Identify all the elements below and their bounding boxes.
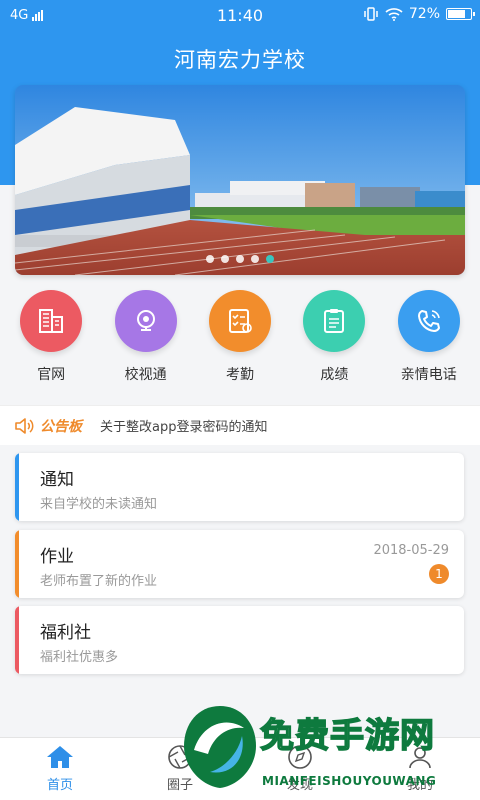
status-bar: 4G 11:40 72% — [0, 0, 480, 30]
quick-action-label: 考勤 — [225, 367, 254, 383]
battery-icon — [446, 8, 475, 20]
unread-badge: 1 — [429, 564, 449, 584]
card-homework[interactable]: 作业 老师布置了新的作业 2018-05-29 1 — [15, 530, 464, 598]
speaker-icon — [15, 417, 34, 434]
quick-action-label: 亲情电话 — [400, 367, 457, 383]
card-notifications[interactable]: 通知 来自学校的未读通知 — [15, 453, 464, 521]
watermark-subtext: MIANFEISHOUYOUWANG — [262, 774, 437, 788]
quick-action-label: 官网 — [37, 367, 66, 383]
carousel-dot-active[interactable] — [266, 255, 274, 263]
building-icon — [20, 290, 83, 352]
card-date: 2018-05-29 — [373, 543, 449, 558]
quick-action-grades[interactable]: 成绩 — [289, 290, 379, 398]
watermark-logo — [184, 706, 256, 788]
checklist-icon — [208, 290, 271, 352]
card-title: 通知 — [40, 470, 74, 490]
card-accent — [15, 606, 19, 674]
carousel-dot[interactable] — [221, 255, 229, 263]
tab-label: 首页 — [46, 778, 73, 793]
wifi-icon — [385, 8, 403, 21]
card-subtitle: 来自学校的未读通知 — [40, 497, 158, 512]
quick-action-attendance[interactable]: 考勤 — [195, 290, 285, 398]
quick-action-family-phone[interactable]: 亲情电话 — [384, 290, 474, 398]
card-title: 福利社 — [40, 623, 91, 643]
page-title: 河南宏力学校 — [174, 48, 306, 72]
card-subtitle: 老师布置了新的作业 — [40, 574, 158, 589]
card-accent — [15, 530, 19, 598]
stadium-image — [15, 85, 465, 275]
notice-message[interactable]: 关于整改app登录密码的通知 — [100, 416, 267, 435]
clipboard-icon — [303, 290, 366, 352]
home-icon — [47, 746, 73, 768]
quick-action-label: 校视通 — [124, 367, 167, 383]
carousel-dot[interactable] — [206, 255, 214, 263]
notice-tag: 公告板 — [40, 418, 82, 435]
phone-icon — [397, 290, 460, 352]
camera-icon — [114, 290, 177, 352]
card-welfare[interactable]: 福利社 福利社优惠多 — [15, 606, 464, 674]
watermark-text: 免费手游网 — [259, 715, 435, 757]
quick-action-website[interactable]: 官网 — [6, 290, 96, 398]
quick-action-video[interactable]: 校视通 — [101, 290, 191, 398]
banner-carousel[interactable] — [15, 85, 465, 275]
card-subtitle: 福利社优惠多 — [40, 650, 119, 665]
card-title: 作业 — [40, 547, 74, 567]
carousel-dot[interactable] — [251, 255, 259, 263]
quick-actions: 官网 校视通 考勤 成绩 亲情电话 — [0, 290, 480, 398]
quick-action-label: 成绩 — [320, 367, 349, 383]
carousel-indicators — [15, 255, 465, 263]
watermark: 免费手游网 MIANFEISHOUYOUWANG — [180, 700, 480, 800]
carousel-dot[interactable] — [236, 255, 244, 263]
vibrate-icon — [364, 7, 378, 21]
notice-board[interactable]: 公告板 关于整改app登录密码的通知 — [0, 405, 480, 445]
battery-percent: 72% — [408, 6, 440, 22]
tab-home[interactable]: 首页 — [0, 738, 120, 800]
card-accent — [15, 453, 19, 521]
